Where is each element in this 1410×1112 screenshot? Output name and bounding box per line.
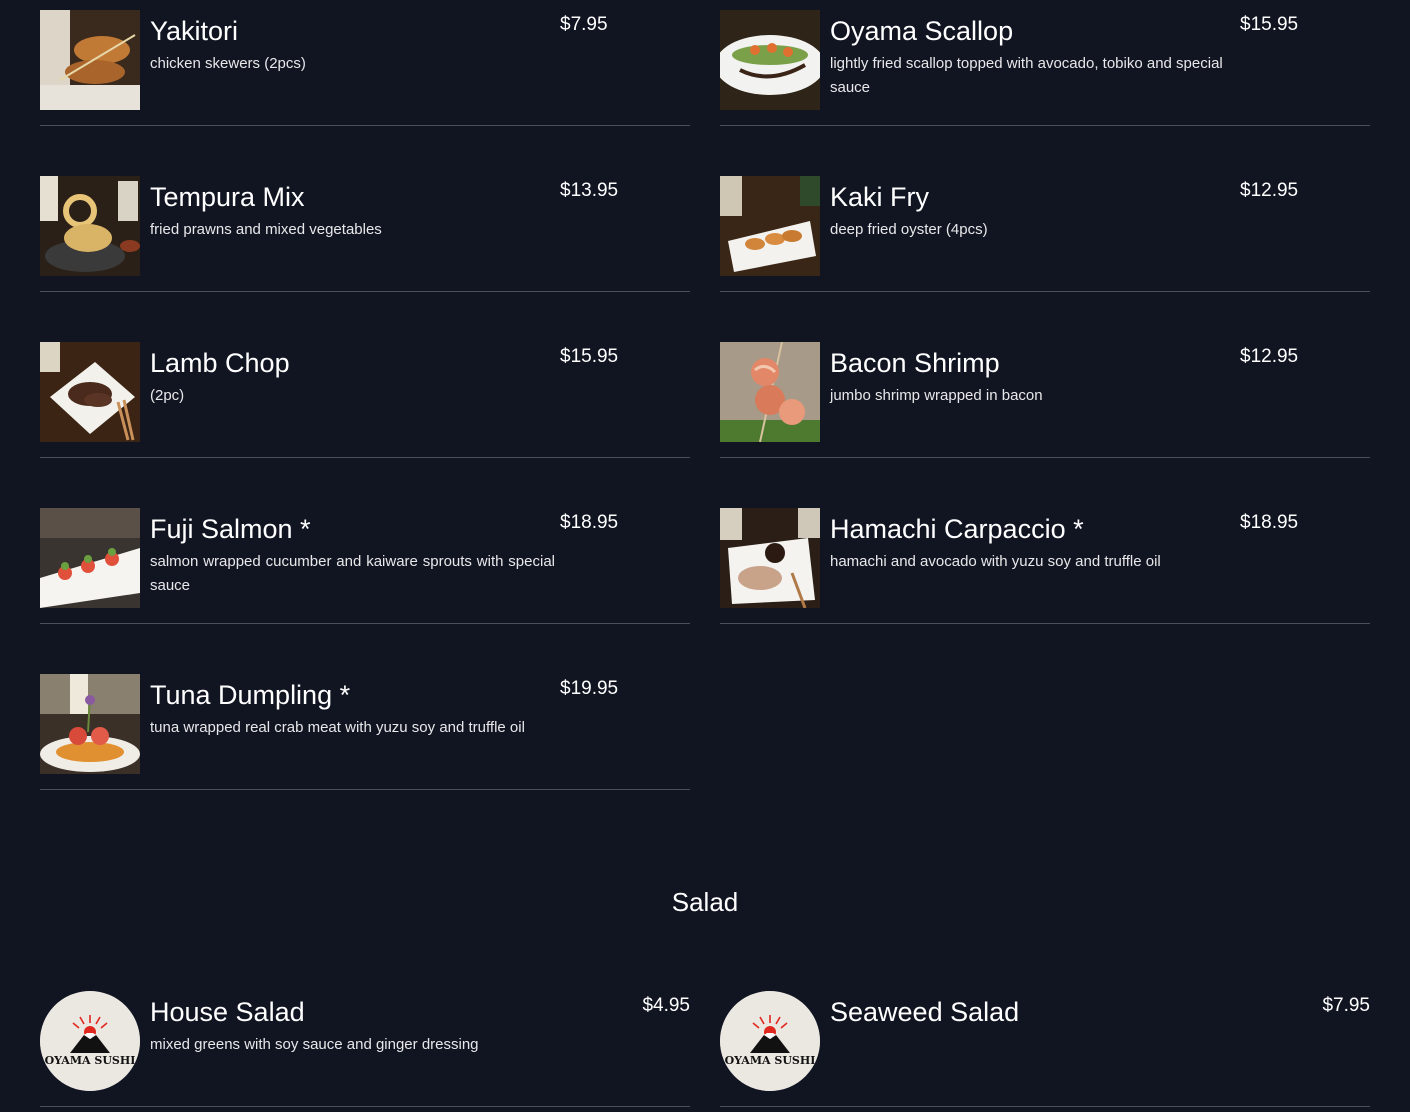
item-price: $15.95 <box>1240 14 1299 35</box>
item-name: Seaweed Salad <box>830 997 1020 1027</box>
menu-item-tempura-mix[interactable]: Tempura Mix fried prawns and mixed veget… <box>40 166 690 292</box>
item-name: House Salad <box>150 997 305 1027</box>
item-name: Hamachi Carpaccio * <box>830 514 1084 544</box>
menu-item-fuji-salmon[interactable]: Fuji Salmon * salmon wrapped cucumber an… <box>40 498 690 624</box>
item-price: $13.95 <box>560 180 619 201</box>
tuna-dumpling-photo <box>40 674 140 774</box>
item-name: Yakitori <box>150 16 239 46</box>
item-price: $18.95 <box>1240 512 1299 533</box>
item-description: (2pc) <box>150 387 185 404</box>
kaki-fry-photo <box>720 176 820 276</box>
item-price: $15.95 <box>560 346 619 367</box>
oyama-sushi-logo: OYAMA SUSHI <box>40 991 140 1091</box>
item-description: jumbo shrimp wrapped in bacon <box>830 387 1043 404</box>
item-price: $7.95 <box>560 14 608 35</box>
menu-page: Yakitori chicken skewers (2pcs) $7.95 Oy… <box>0 0 1410 1112</box>
item-name: Oyama Scallop <box>830 16 1014 46</box>
menu-item-yakitori[interactable]: Yakitori chicken skewers (2pcs) $7.95 <box>40 0 690 126</box>
item-description: chicken skewers (2pcs) <box>150 55 306 72</box>
item-description: hamachi and avocado with yuzu soy and tr… <box>830 553 1161 570</box>
item-description: lightly fried scallop topped with avocad… <box>830 55 1223 96</box>
item-price: $7.95 <box>1322 995 1370 1016</box>
menu-item-kaki-fry[interactable]: Kaki Fry deep fried oyster (4pcs) $12.95 <box>720 166 1370 292</box>
menu-item-lamb-chop[interactable]: Lamb Chop (2pc) $15.95 <box>40 332 690 458</box>
item-description: tuna wrapped real crab meat with yuzu so… <box>150 719 525 736</box>
item-name: Lamb Chop <box>150 348 290 378</box>
item-name: Bacon Shrimp <box>830 348 1000 378</box>
item-price: $18.95 <box>560 512 619 533</box>
yakitori-photo <box>40 10 140 110</box>
item-description: mixed greens with soy sauce and ginger d… <box>150 1036 479 1053</box>
tempura-photo <box>40 176 140 276</box>
menu-item-tuna-dumpling[interactable]: Tuna Dumpling * tuna wrapped real crab m… <box>40 664 690 790</box>
menu-item-seaweed-salad[interactable]: OYAMA SUSHI Seaweed Salad $7.95 <box>720 981 1370 1107</box>
item-name: Tuna Dumpling * <box>150 680 351 710</box>
item-name: Tempura Mix <box>150 182 305 212</box>
menu-item-bacon-shrimp[interactable]: Bacon Shrimp jumbo shrimp wrapped in bac… <box>720 332 1370 458</box>
lamb-chop-photo <box>40 342 140 442</box>
item-name: Kaki Fry <box>830 182 930 212</box>
item-description: fried prawns and mixed vegetables <box>150 221 382 238</box>
item-name: Fuji Salmon * <box>150 514 311 544</box>
item-description: salmon wrapped cucumber and kaiware spro… <box>150 553 555 594</box>
logo-text: OYAMA SUSHI <box>45 1054 136 1067</box>
section-title-salad: Salad <box>671 887 739 917</box>
hamachi-photo <box>720 508 820 608</box>
item-price: $12.95 <box>1240 180 1299 201</box>
menu-item-oyama-scallop[interactable]: Oyama Scallop lightly fried scallop topp… <box>720 0 1370 126</box>
item-description: deep fried oyster (4pcs) <box>830 221 988 238</box>
logo-text: OYAMA SUSHI <box>725 1054 816 1067</box>
item-price: $19.95 <box>560 678 619 699</box>
scallop-photo <box>720 10 820 110</box>
oyama-sushi-logo: OYAMA SUSHI <box>720 991 820 1091</box>
menu-item-house-salad[interactable]: OYAMA SUSHI House Salad mixed greens wit… <box>40 981 690 1107</box>
bacon-shrimp-photo <box>720 342 820 442</box>
menu-item-hamachi-carpaccio[interactable]: Hamachi Carpaccio * hamachi and avocado … <box>720 498 1370 624</box>
fuji-salmon-photo <box>40 508 140 608</box>
item-price: $4.95 <box>642 995 690 1016</box>
item-price: $12.95 <box>1240 346 1299 367</box>
